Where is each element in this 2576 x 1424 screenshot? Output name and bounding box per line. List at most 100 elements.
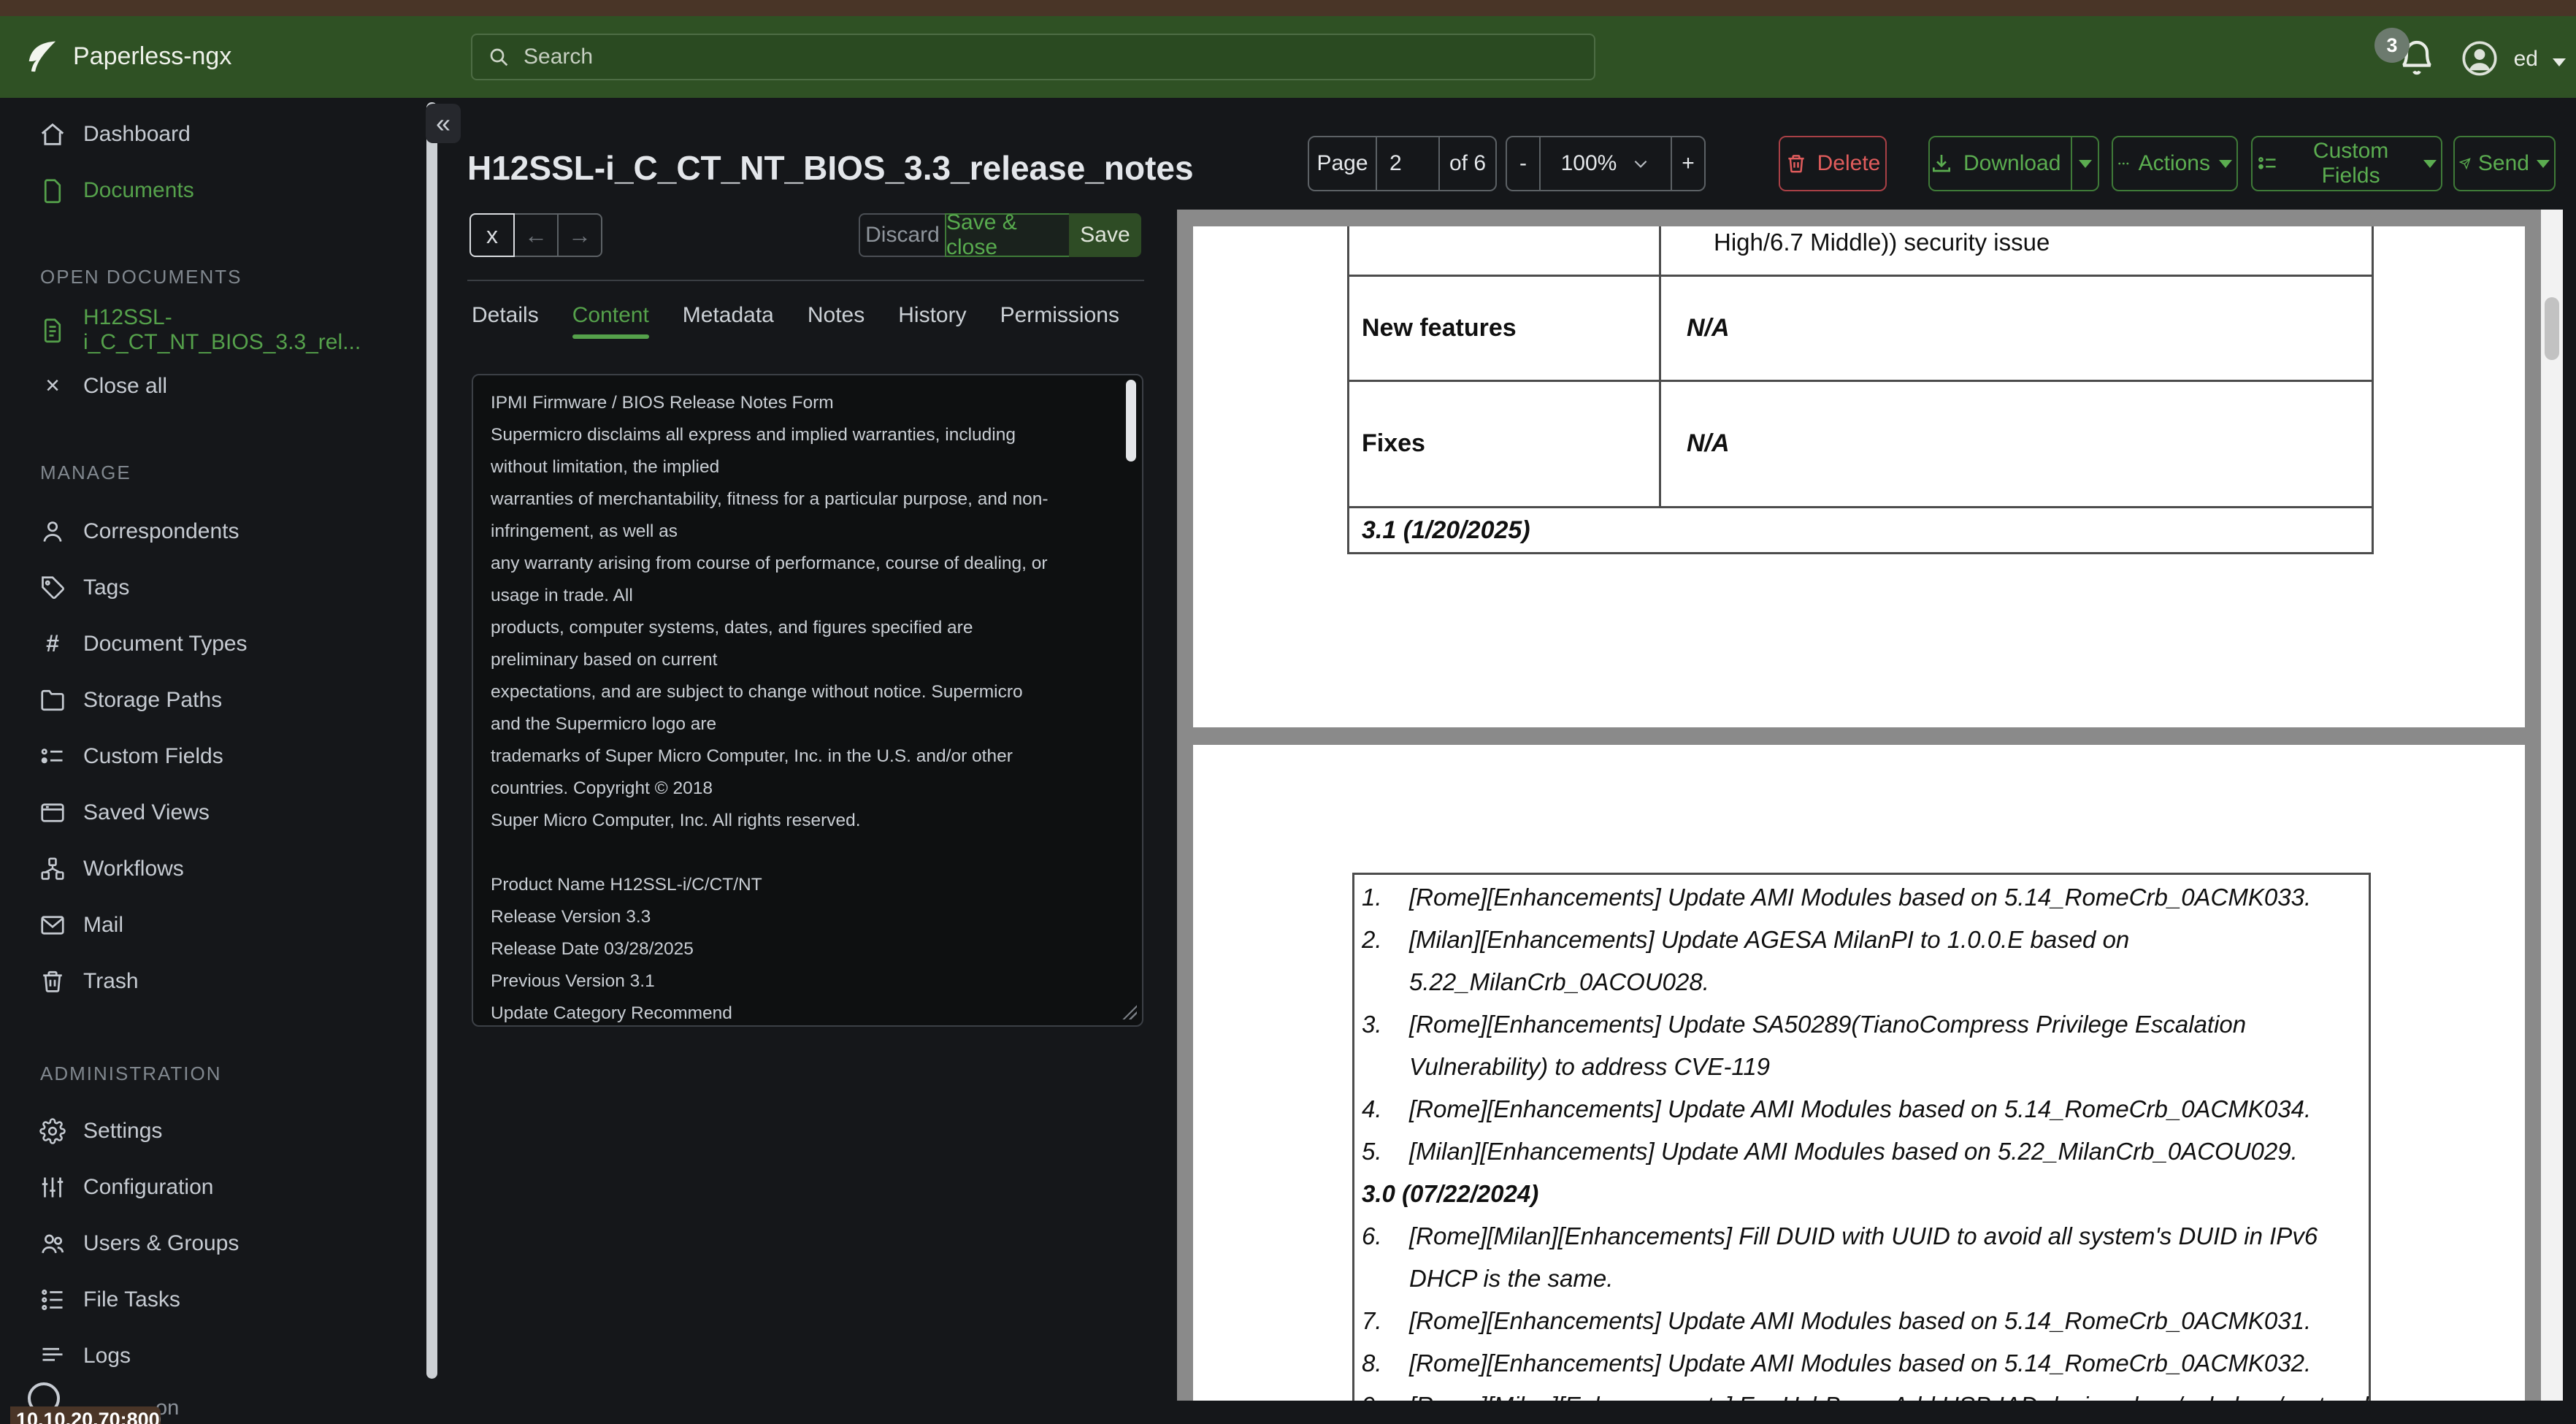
next-document-button[interactable]: → xyxy=(557,213,602,257)
save-button[interactable]: Save xyxy=(1069,213,1141,257)
tab-history[interactable]: History xyxy=(898,295,966,336)
list-item: 3. [Rome][Enhancements] Update SA50289(Ti… xyxy=(1362,1011,2247,1038)
sidebar-item-trash[interactable]: Trash xyxy=(0,953,441,1009)
sidebar-item-logs[interactable]: Logs xyxy=(0,1328,441,1384)
discard-button[interactable]: Discard xyxy=(859,213,946,257)
tab-metadata[interactable]: Metadata xyxy=(683,295,774,336)
manage-header: MANAGE xyxy=(40,461,131,483)
sidebar-item-dashboard[interactable]: Dashboard xyxy=(0,106,441,162)
download-split-button: Download xyxy=(1928,136,2099,191)
workflow-boxes-icon xyxy=(38,854,67,884)
sidebar-item-label: Logs xyxy=(83,1343,131,1368)
close-document-button[interactable]: x xyxy=(469,213,515,257)
window-icon xyxy=(38,798,67,827)
user-menu-caret-icon[interactable] xyxy=(2553,58,2566,66)
tag-icon xyxy=(38,573,67,602)
sidebar-item-storage-paths[interactable]: Storage Paths xyxy=(0,672,441,728)
chevron-down-icon xyxy=(1635,160,1647,168)
sidebar-collapse-button[interactable]: « xyxy=(426,104,461,143)
document-nav-buttons: x ← → xyxy=(469,213,602,257)
previous-document-button[interactable]: ← xyxy=(513,213,559,257)
table-cell-value: N/A xyxy=(1687,429,1730,457)
send-button[interactable]: Send xyxy=(2453,136,2556,191)
sidebar-item-label: File Tasks xyxy=(83,1287,180,1312)
textarea-resize-handle[interactable] xyxy=(1121,1003,1137,1019)
download-options-caret[interactable] xyxy=(2071,137,2098,190)
sidebar-scrollbar[interactable] xyxy=(426,102,437,1379)
tab-details[interactable]: Details xyxy=(472,295,539,336)
sidebar-item-label: Documents xyxy=(83,177,194,202)
folder-icon xyxy=(38,686,67,715)
tabbar-divider xyxy=(467,280,1144,281)
sidebar-item-label: Settings xyxy=(83,1118,163,1143)
sidebar-item-close-all[interactable]: × Close all xyxy=(0,358,441,414)
trash-icon xyxy=(1788,155,1804,173)
sidebar-item-label: Saved Views xyxy=(83,800,210,824)
tab-content[interactable]: Content xyxy=(572,295,649,339)
sidebar-item-saved-views[interactable]: Saved Views xyxy=(0,784,441,841)
user-avatar-icon[interactable] xyxy=(2461,39,2499,77)
top-navbar: Paperless-ngx 3 ed xyxy=(0,16,2576,98)
zoom-level-select[interactable]: 100% xyxy=(1539,137,1671,190)
sidebar-item-users-groups[interactable]: Users & Groups xyxy=(0,1215,441,1271)
notifications-button[interactable]: 3 xyxy=(2374,28,2439,80)
paperless-logo-icon xyxy=(22,37,61,77)
table-cell-value: N/A xyxy=(1687,314,1730,342)
actions-menu-button[interactable]: Actions xyxy=(2112,136,2238,191)
list-item: 8. [Rome][Enhancements] Update AMI Module… xyxy=(1362,1350,2312,1377)
download-icon xyxy=(1933,155,1950,172)
paperless-app: Paperless-ngx 3 ed Dashboard Documents O… xyxy=(0,0,2576,1424)
save-button-group: Discard Save & close Save xyxy=(859,210,1141,259)
global-search[interactable] xyxy=(471,34,1595,80)
sidebar-item-open-document[interactable]: H12SSL-i_C_CT_NT_BIOS_3.3_rel... xyxy=(0,302,441,358)
sidebar-item-settings[interactable]: Settings xyxy=(0,1103,441,1159)
sidebar-item-custom-fields[interactable]: Custom Fields xyxy=(0,728,441,784)
pdf-preview-pane[interactable]: High/6.7 Middle)) security issue New fea… xyxy=(1177,210,2563,1401)
notification-badge: 3 xyxy=(2374,28,2410,63)
zoom-in-button[interactable]: + xyxy=(1671,137,1704,190)
custom-fields-button[interactable]: Custom Fields xyxy=(2251,136,2442,191)
sidebar-item-mail[interactable]: Mail xyxy=(0,897,441,953)
sidebar-item-label: Mail xyxy=(83,912,124,937)
list-item-wrap: Vulnerability) to address CVE-119 xyxy=(1409,1053,1771,1080)
sidebar-item-document-types[interactable]: # Document Types xyxy=(0,616,441,672)
sidebar-item-label: Configuration xyxy=(83,1174,214,1199)
username[interactable]: ed xyxy=(2514,47,2538,72)
file-text-icon xyxy=(38,315,67,345)
list-item-wrap: 5.22_MilanCrb_0ACOU028. xyxy=(1409,968,1709,995)
preview-scrollbar-track[interactable] xyxy=(2541,210,2563,1401)
sidebar-item-label: Users & Groups xyxy=(83,1230,239,1255)
list-item: 2. [Milan][Enhancements] Update AGESA Mil… xyxy=(1362,926,2130,953)
sidebar-item-configuration[interactable]: Configuration xyxy=(0,1159,441,1215)
sidebar-item-tags[interactable]: Tags xyxy=(0,559,441,616)
table-row-label: Fixes xyxy=(1362,429,1425,457)
page-count-label: of 6 xyxy=(1438,137,1495,190)
tab-notes[interactable]: Notes xyxy=(808,295,865,336)
content-textarea[interactable]: IPMI Firmware / BIOS Release Notes Form … xyxy=(472,374,1143,1027)
sidebar-item-correspondents[interactable]: Correspondents xyxy=(0,503,441,559)
sidebar-item-workflows[interactable]: Workflows xyxy=(0,841,441,897)
delete-button[interactable]: Delete xyxy=(1779,136,1887,191)
sidebar-item-label: Trash xyxy=(83,968,139,993)
content-scrollbar[interactable] xyxy=(1126,380,1136,462)
save-and-close-button[interactable]: Save & close xyxy=(945,210,1070,259)
sidebar-item-label: Tags xyxy=(83,575,130,600)
gear-icon xyxy=(38,1117,67,1146)
sidebar-item-documents[interactable]: Documents xyxy=(0,162,441,218)
tab-permissions[interactable]: Permissions xyxy=(1000,295,1119,336)
status-url-tooltip: 10.10.20.70:8000 xyxy=(10,1406,161,1424)
table-border xyxy=(1347,506,2374,508)
home-icon xyxy=(38,120,67,149)
log-lines-icon xyxy=(38,1341,67,1371)
sidebar-item-label: H12SSL-i_C_CT_NT_BIOS_3.3_rel... xyxy=(83,305,361,354)
search-input[interactable] xyxy=(522,44,1579,70)
sidebar-item-file-tasks[interactable]: File Tasks xyxy=(0,1271,441,1328)
page-number-input[interactable] xyxy=(1388,150,1427,177)
version-heading: 3.0 (07/22/2024) xyxy=(1362,1180,1539,1207)
sidebar-item-label: Close all xyxy=(83,373,168,398)
zoom-out-button[interactable]: - xyxy=(1507,137,1539,190)
list-item: 5. [Milan][Enhancements] Update AMI Modul… xyxy=(1362,1138,2298,1165)
preview-scrollbar-thumb[interactable] xyxy=(2545,297,2559,360)
table-cell-overflow: High/6.7 Middle)) security issue xyxy=(1714,229,2050,256)
download-button[interactable]: Download xyxy=(1930,137,2061,190)
